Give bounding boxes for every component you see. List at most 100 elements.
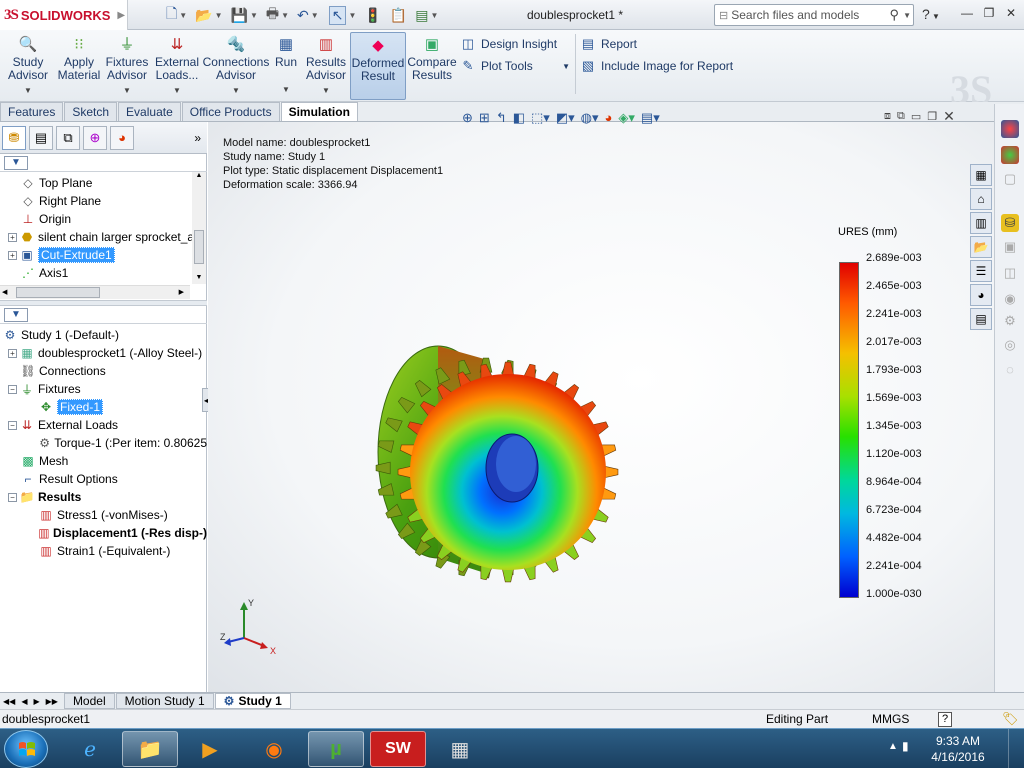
display-style-icon[interactable]: ◩▾ [556, 110, 575, 126]
search-scope-icon[interactable]: ⊟ [719, 9, 728, 22]
home-view-icon[interactable]: ⌂ [970, 188, 992, 210]
hide-show-items-icon[interactable]: ◍▾ [581, 110, 599, 126]
simulation-filter-bar[interactable]: ▼ [0, 306, 207, 324]
firefox-icon[interactable]: ◉ [246, 731, 302, 767]
solidworks-resources-icon[interactable] [1001, 120, 1019, 138]
options-icon[interactable]: ▤ [415, 7, 428, 24]
plot-tools-dropdown-icon[interactable]: ▼ [562, 62, 570, 71]
external-loads-dropdown-icon[interactable]: ▼ [173, 84, 181, 97]
design-insight-button[interactable]: ◫ Design Insight [460, 34, 557, 54]
viewport-minimize-icon[interactable]: ▭ [911, 110, 921, 125]
results-advisor-button[interactable]: ▥ Results Advisor ▼ [304, 32, 348, 100]
tab-office-products[interactable]: Office Products [181, 102, 280, 121]
tree-item-external-loads[interactable]: − ⇊ External Loads [0, 416, 207, 434]
scroll-left-icon[interactable]: ◀ [2, 288, 7, 296]
appearance-side-icon[interactable]: ◕ [970, 284, 992, 306]
tab-study-1[interactable]: ⚙ Study 1 [214, 693, 291, 709]
units-selector[interactable]: MMGS [872, 712, 909, 726]
save-dropdown-icon[interactable]: ▼ [250, 11, 258, 20]
fixtures-dropdown-icon[interactable]: ▼ [123, 84, 131, 97]
viewport-close-icon[interactable]: ✕ [943, 108, 955, 125]
open-folder-icon[interactable]: 📂 [195, 7, 212, 24]
file-list-icon[interactable]: ☰ [970, 260, 992, 282]
run-dropdown-icon[interactable]: ▼ [282, 83, 290, 96]
status-help-icon[interactable]: ? [938, 712, 953, 727]
next-tab-icon[interactable]: ▶ [30, 697, 42, 706]
tree-item-top-plane[interactable]: ◇ Top Plane [0, 174, 192, 192]
prev-tab-icon[interactable]: ◀ [18, 697, 30, 706]
property-manager-tab-icon[interactable]: ▤ [29, 125, 53, 150]
file-properties-icon[interactable]: 📋 [390, 7, 407, 24]
logo-menu-arrow-icon[interactable]: ▶ [117, 10, 125, 21]
solidworks-logo[interactable]: 3S SOLIDWORKS ▶ [0, 0, 128, 30]
select-pointer-icon[interactable]: ↖ [328, 5, 347, 25]
tree-item-stress[interactable]: ▥ Stress1 (-vonMises-) [0, 506, 207, 524]
display-manager-tab-icon[interactable]: ◕ [110, 125, 134, 150]
tree-item-torque[interactable]: ⚙ Torque-1 (:Per item: 0.80625 [0, 434, 207, 452]
results-advisor-dropdown-icon[interactable]: ▼ [322, 84, 330, 97]
connections-advisor-button[interactable]: 🔩 Connections Advisor ▼ [203, 32, 270, 100]
tree-item-study[interactable]: ⚙ Study 1 (-Default-) [0, 326, 207, 344]
viewport-split-icon[interactable]: ⧈ [884, 110, 891, 125]
tree-item-sprocket-feature[interactable]: + ⬣ silent chain larger sprocket_a [0, 228, 192, 246]
appearances-icon[interactable]: ▣ [1001, 238, 1019, 256]
system-clock[interactable]: 9:33 AM 4/16/2016 [918, 733, 998, 765]
filter-icon[interactable]: ▼ [4, 307, 28, 322]
chart-icon[interactable]: ▥ [970, 212, 992, 234]
utorrent-icon[interactable]: µ [308, 731, 364, 767]
collapse-icon[interactable]: − [8, 420, 17, 430]
deformed-result-button[interactable]: ◆ Deformed Result [350, 32, 406, 100]
connections-dropdown-icon[interactable]: ▼ [232, 84, 240, 97]
study-advisor-button[interactable]: 🔍 Study Advisor ▼ [6, 32, 50, 100]
pane-tool-icon[interactable]: ◉ [1001, 290, 1019, 308]
horizontal-scroll-thumb[interactable] [16, 287, 100, 298]
design-library-icon[interactable] [1001, 146, 1019, 164]
expand-icon[interactable]: + [8, 250, 17, 260]
file-explorer-pane-icon[interactable]: ▢ [1001, 170, 1019, 188]
report-button[interactable]: ▤ Report [580, 34, 637, 54]
external-loads-button[interactable]: ⇊ External Loads... ▼ [154, 32, 200, 100]
tree-item-mesh[interactable]: ▩ Mesh [0, 452, 207, 470]
tab-features[interactable]: Features [0, 102, 64, 121]
network-icon[interactable]: ▮ [902, 739, 909, 753]
collapse-icon[interactable]: − [8, 384, 17, 394]
restore-button[interactable]: ❐ [980, 6, 998, 22]
search-dropdown-icon[interactable]: ▼ [903, 11, 911, 20]
graphics-area[interactable]: ⊕ ⊞ ↰ ◧ ⬚▾ ◩▾ ◍▾ ◕ ◈▾ ▤▾ ⧈ ⧉ ▭ ❐ ✕ Model… [208, 108, 994, 692]
tree-item-results[interactable]: − 📁 Results [0, 488, 207, 506]
scroll-thumb[interactable] [194, 230, 204, 264]
view-orientation-icon[interactable]: ⬚▾ [531, 110, 550, 126]
close-window-button[interactable]: ✕ [1002, 6, 1020, 22]
tree-item-cut-extrude[interactable]: + ▣ Cut-Extrude1 [0, 246, 192, 264]
search-box[interactable]: ⊟ Search files and models ⚲ ▼ [714, 4, 914, 26]
simulation-tool-1-icon[interactable]: ▦ [970, 164, 992, 186]
help-button[interactable]: ? ▼ [922, 6, 940, 22]
run-button[interactable]: ▦ Run ▼ [272, 32, 300, 100]
show-desktop-button[interactable] [1008, 729, 1024, 769]
zoom-to-fit-icon[interactable]: ⊕ [462, 110, 473, 126]
tab-evaluate[interactable]: Evaluate [118, 102, 181, 121]
pane-tool-3-icon[interactable]: ◎ [1001, 336, 1019, 354]
tab-model[interactable]: Model [63, 693, 115, 709]
minimize-button[interactable]: — [958, 6, 976, 22]
file-explorer-icon[interactable]: 📁 [122, 731, 178, 767]
show-hidden-icons-icon[interactable]: ▲ [888, 741, 898, 752]
section-view-icon[interactable]: ◧ [513, 110, 525, 126]
expand-icon[interactable]: + [8, 348, 17, 358]
media-player-icon[interactable]: ▶ [182, 731, 238, 767]
open-folder-side-icon[interactable]: 📂 [970, 236, 992, 258]
feature-tree-horizontal-scrollbar[interactable]: ◀ ▶ [0, 285, 190, 299]
options-dropdown-icon[interactable]: ▼ [430, 11, 438, 20]
viewport-split-2-icon[interactable]: ⧉ [897, 110, 905, 125]
apply-material-button[interactable]: ⁝⁝ Apply Material [56, 32, 102, 100]
tree-item-fixtures[interactable]: − ⏚ Fixtures [0, 380, 207, 398]
viewport-restore-icon[interactable]: ❐ [927, 110, 937, 125]
tab-motion-study[interactable]: Motion Study 1 [115, 693, 214, 709]
new-dropdown-icon[interactable]: ▼ [179, 11, 187, 20]
plot-tools-button[interactable]: ✎ Plot Tools ▼ [460, 56, 570, 76]
calculator-icon[interactable]: ▦ [432, 731, 488, 767]
last-tab-icon[interactable]: ▶▶ [43, 697, 64, 706]
tree-item-part[interactable]: + ▦ doublesprocket1 (-Alloy Steel-) [0, 344, 207, 362]
internet-explorer-icon[interactable]: ℯ [62, 731, 118, 767]
custom-properties-icon[interactable]: ◫ [1001, 264, 1019, 282]
